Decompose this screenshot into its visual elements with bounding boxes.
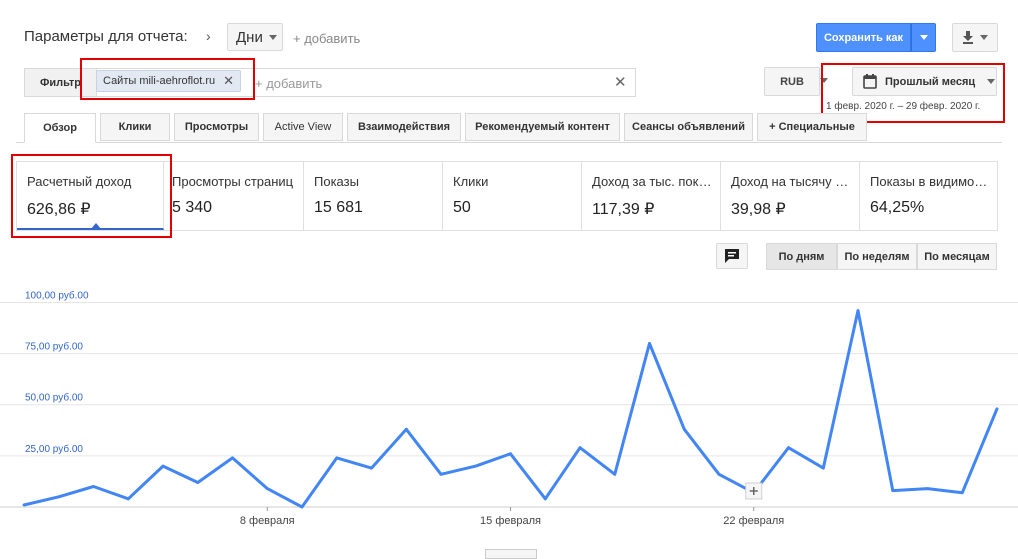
data-point [231, 456, 234, 460]
view-by-month-button[interactable]: По месяцам [917, 243, 997, 270]
highlight-box-filter [80, 58, 255, 100]
chevron-right-icon: › [206, 28, 211, 44]
report-params-title: Параметры для отчета: [24, 28, 188, 45]
y-tick-label: 25,00 руб.00 [25, 443, 83, 455]
download-icon [963, 31, 973, 44]
data-point [613, 472, 617, 476]
data-point [856, 309, 860, 313]
granularity-value: Дни [236, 28, 263, 46]
chart-scroll-handle[interactable] [485, 549, 537, 559]
tab-ad-sessions[interactable]: Сеансы объявлений [624, 113, 753, 141]
data-point [370, 466, 373, 470]
revenue-line-chart: 25,00 руб.00 50,00 руб.00 75,00 руб.00 100,… [0, 289, 1018, 527]
metric-value: 15 681 [314, 199, 363, 216]
metric-label: Показы в видимой области [870, 174, 994, 189]
data-point [926, 487, 929, 490]
data-point [335, 456, 339, 460]
chevron-down-icon [268, 34, 277, 40]
data-point [22, 503, 26, 507]
download-button[interactable] [952, 23, 998, 52]
clear-filter-icon[interactable]: ✕ [614, 73, 627, 91]
data-point [995, 407, 999, 411]
save-options-button[interactable] [911, 23, 936, 52]
data-point [787, 446, 790, 450]
add-dimension-link[interactable]: + добавить [293, 31, 360, 46]
x-tick-label: 8 февраля [240, 515, 295, 527]
data-point [474, 464, 478, 468]
data-point [265, 487, 269, 490]
y-tick-label: 50,00 руб.00 [25, 392, 83, 404]
data-point [161, 464, 165, 468]
view-by-week-button[interactable]: По неделям [837, 243, 917, 270]
chevron-down-icon [919, 35, 928, 40]
metric-label: Клики [453, 174, 489, 189]
y-tick-label: 75,00 руб.00 [25, 341, 83, 353]
currency-dropdown[interactable]: RUB [764, 67, 820, 96]
tab-clicks[interactable]: Клики [100, 113, 170, 141]
tabs-divider [16, 142, 1002, 143]
data-point [439, 472, 443, 476]
tab-active-view[interactable]: Active View [263, 113, 343, 141]
chevron-down-icon [980, 35, 988, 40]
x-tick-label: 15 февраля [480, 515, 541, 527]
tab-pageviews[interactable]: Просмотры [174, 113, 259, 141]
granularity-dropdown[interactable]: Дни [227, 23, 283, 51]
data-point [682, 427, 686, 431]
metric-label: Доход на тысячу показов [731, 174, 855, 189]
metric-pageviews[interactable]: Просмотры страниц 5 340 [164, 162, 304, 230]
y-tick-label: 100,00 руб.00 [25, 289, 89, 301]
data-point [717, 472, 721, 476]
filter-add-input[interactable]: + добавить [255, 76, 322, 91]
annotations-button[interactable] [716, 243, 748, 269]
metric-label: Просмотры страниц [172, 174, 294, 189]
tab-recommended-content[interactable]: Рекомендуемый контент [465, 113, 620, 141]
metric-value: 117,39 ₽ [592, 201, 655, 218]
x-tick-label: 22 февраля [723, 515, 784, 527]
tab-custom[interactable]: + Специальные [757, 113, 867, 141]
comment-icon [725, 249, 739, 263]
metric-value: 50 [453, 199, 471, 216]
data-point [509, 452, 512, 456]
metric-label: Показы [314, 174, 359, 189]
data-point [196, 481, 200, 484]
data-point [543, 497, 547, 501]
data-point [57, 495, 61, 499]
data-point [821, 466, 825, 470]
metric-page-rpm[interactable]: Доход за тыс. показов 117,39 ₽ [582, 162, 721, 230]
series-line [23, 309, 999, 509]
data-point [891, 489, 895, 493]
metric-clicks[interactable]: Клики 50 [443, 162, 582, 230]
data-point [578, 446, 582, 450]
save-as-button[interactable]: Сохранить как [816, 23, 911, 52]
metric-impression-rpm[interactable]: Доход на тысячу показов 39,98 ₽ [721, 162, 860, 230]
metric-label: Доход за тыс. показов [592, 174, 716, 189]
highlight-box-metric [11, 154, 172, 238]
data-point [960, 491, 964, 495]
data-point [404, 427, 408, 431]
tab-interactions[interactable]: Взаимодействия [347, 113, 461, 141]
data-point [92, 485, 95, 488]
data-point [126, 497, 130, 501]
tab-overview[interactable]: Обзор [24, 113, 96, 143]
data-point [648, 341, 651, 345]
metric-value: 64,25% [870, 199, 925, 216]
metric-value: 5 340 [172, 199, 213, 216]
data-point [300, 505, 304, 509]
view-by-day-button[interactable]: По дням [766, 243, 837, 270]
metric-impressions[interactable]: Показы 15 681 [304, 162, 443, 230]
metric-viewability[interactable]: Показы в видимой области 64,25% [860, 162, 997, 230]
metric-value: 39,98 ₽ [731, 201, 786, 218]
